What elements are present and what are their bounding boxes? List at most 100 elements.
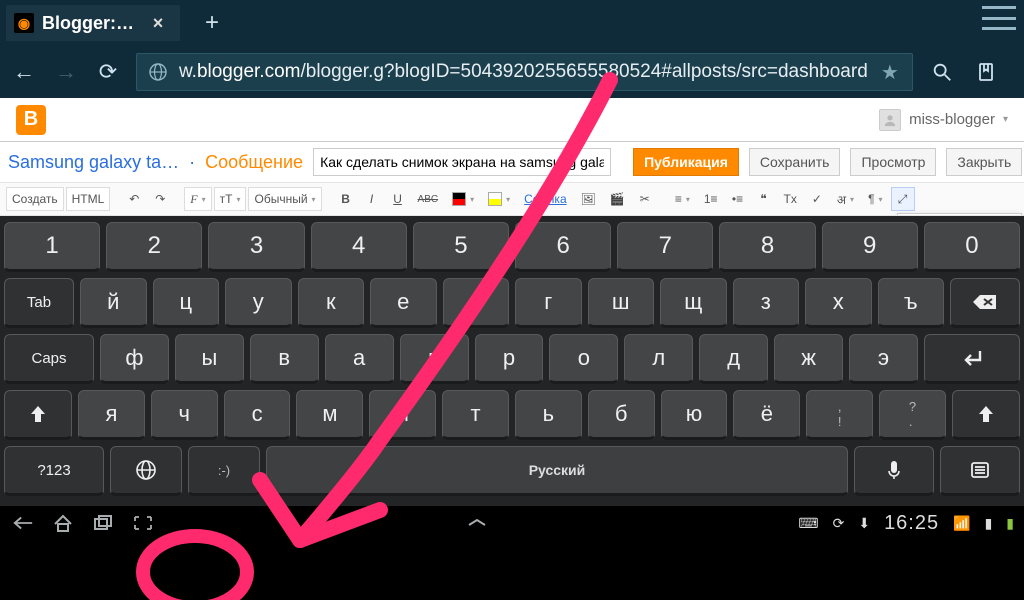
key-symbols[interactable]: ?123 <box>4 446 104 496</box>
key-punct-1[interactable]: ?. <box>879 390 946 440</box>
key-ё[interactable]: ё <box>733 390 800 440</box>
key-8[interactable]: 8 <box>719 222 815 272</box>
reload-button[interactable]: ⟳ <box>94 58 122 86</box>
bookmark-star-icon[interactable]: ★ <box>876 58 904 86</box>
text-color-picker[interactable] <box>446 187 480 211</box>
home-nav-icon[interactable] <box>50 510 76 536</box>
compose-tab[interactable]: Создать <box>6 187 64 211</box>
spellcheck-button[interactable]: ✓ <box>805 187 829 211</box>
key-6[interactable]: 6 <box>515 222 611 272</box>
key-ю[interactable]: ю <box>661 390 728 440</box>
redo-button[interactable]: ↷ <box>148 187 172 211</box>
key-ы[interactable]: ы <box>175 334 244 384</box>
key-4[interactable]: 4 <box>311 222 407 272</box>
key-ф[interactable]: ф <box>100 334 169 384</box>
new-tab-button[interactable]: + <box>194 5 230 41</box>
insert-jumpbreak-button[interactable]: ✂ <box>633 187 657 211</box>
expand-notifications-icon[interactable] <box>464 510 490 536</box>
post-title-input[interactable] <box>313 148 611 176</box>
key-7[interactable]: 7 <box>617 222 713 272</box>
key-3[interactable]: 3 <box>208 222 304 272</box>
paragraph-style-picker[interactable]: Обычный <box>248 187 321 211</box>
key-р[interactable]: р <box>475 334 544 384</box>
insert-video-button[interactable]: 🎬 <box>604 187 631 211</box>
text-direction-button[interactable]: ¶ <box>862 187 888 211</box>
key-и[interactable]: и <box>369 390 436 440</box>
link-button[interactable]: Ссылка <box>518 187 572 211</box>
key-space[interactable]: Русский <box>266 446 848 496</box>
key-т[interactable]: т <box>442 390 509 440</box>
remove-formatting-button[interactable]: Tx <box>778 187 803 211</box>
underline-button[interactable]: U <box>386 187 410 211</box>
key-у[interactable]: у <box>225 278 292 328</box>
key-к[interactable]: к <box>298 278 365 328</box>
publish-button[interactable]: Публикация <box>633 148 739 176</box>
key-л[interactable]: л <box>624 334 693 384</box>
blog-name-link[interactable]: Samsung galaxy ta… <box>8 152 179 173</box>
key-5[interactable]: 5 <box>413 222 509 272</box>
save-button[interactable]: Сохранить <box>749 148 841 176</box>
key-о[interactable]: о <box>549 334 618 384</box>
expand-button[interactable]: ⤢ <box>891 187 915 211</box>
quote-button[interactable]: ❝ <box>752 187 776 211</box>
bulleted-list-button[interactable]: •≡ <box>726 187 750 211</box>
key-language[interactable] <box>110 446 182 496</box>
key-п[interactable]: п <box>400 334 469 384</box>
key-а[interactable]: а <box>325 334 394 384</box>
close-tab-icon[interactable]: × <box>146 11 170 35</box>
key-е[interactable]: е <box>370 278 437 328</box>
key-ь[interactable]: ь <box>515 390 582 440</box>
key-в[interactable]: в <box>250 334 319 384</box>
search-icon[interactable] <box>927 57 957 87</box>
key-щ[interactable]: щ <box>660 278 727 328</box>
key-0[interactable]: 0 <box>924 222 1020 272</box>
key-tab[interactable]: Tab <box>4 278 74 328</box>
key-mic[interactable] <box>854 446 934 496</box>
key-9[interactable]: 9 <box>822 222 918 272</box>
bold-button[interactable]: B <box>334 187 358 211</box>
key-ж[interactable]: ж <box>774 334 843 384</box>
html-tab[interactable]: HTML <box>66 187 111 211</box>
url-bar[interactable]: w.blogger.com/blogger.g?blogID=504392025… <box>136 53 913 91</box>
key-backspace[interactable] <box>950 278 1020 328</box>
key-ц[interactable]: ц <box>153 278 220 328</box>
key-ч[interactable]: ч <box>151 390 218 440</box>
transliteration-button[interactable]: अ <box>831 187 860 211</box>
key-с[interactable]: с <box>224 390 291 440</box>
back-nav-icon[interactable] <box>10 510 36 536</box>
font-family-picker[interactable]: F <box>184 187 211 211</box>
browser-tab[interactable]: ◉ Blogger:… × <box>6 5 180 41</box>
alignment-picker[interactable]: ≡ <box>669 187 696 211</box>
bookmarks-icon[interactable] <box>971 57 1001 87</box>
key-м[interactable]: м <box>296 390 363 440</box>
key-б[interactable]: б <box>588 390 655 440</box>
numbered-list-button[interactable]: 1≡ <box>698 187 724 211</box>
blogger-logo-icon[interactable]: B <box>16 105 46 135</box>
key-ъ[interactable]: ъ <box>878 278 945 328</box>
key-ш[interactable]: ш <box>588 278 655 328</box>
close-button[interactable]: Закрыть <box>946 148 1022 176</box>
strikethrough-button[interactable]: ABC <box>412 187 445 211</box>
recents-nav-icon[interactable] <box>90 510 116 536</box>
menu-icon[interactable] <box>982 6 1016 30</box>
back-button[interactable]: ← <box>10 58 38 86</box>
highlight-color-picker[interactable] <box>482 187 516 211</box>
key-keyboard-settings[interactable] <box>940 446 1020 496</box>
preview-button[interactable]: Просмотр <box>850 148 936 176</box>
key-х[interactable]: х <box>805 278 872 328</box>
key-я[interactable]: я <box>78 390 145 440</box>
key-й[interactable]: й <box>80 278 147 328</box>
key-emoji[interactable]: :-) <box>188 446 260 496</box>
key-shift-right[interactable] <box>952 390 1020 440</box>
account-menu[interactable]: miss-blogger ▾ <box>879 109 1008 131</box>
key-з[interactable]: з <box>733 278 800 328</box>
key-punct-0[interactable]: ,! <box>806 390 873 440</box>
key-1[interactable]: 1 <box>4 222 100 272</box>
key-д[interactable]: д <box>699 334 768 384</box>
screenshot-nav-icon[interactable] <box>130 510 156 536</box>
font-size-picker[interactable]: тT <box>214 187 247 211</box>
key-enter[interactable] <box>924 334 1020 384</box>
key-г[interactable]: г <box>515 278 582 328</box>
key-caps[interactable]: Caps <box>4 334 94 384</box>
key-shift-left[interactable] <box>4 390 72 440</box>
